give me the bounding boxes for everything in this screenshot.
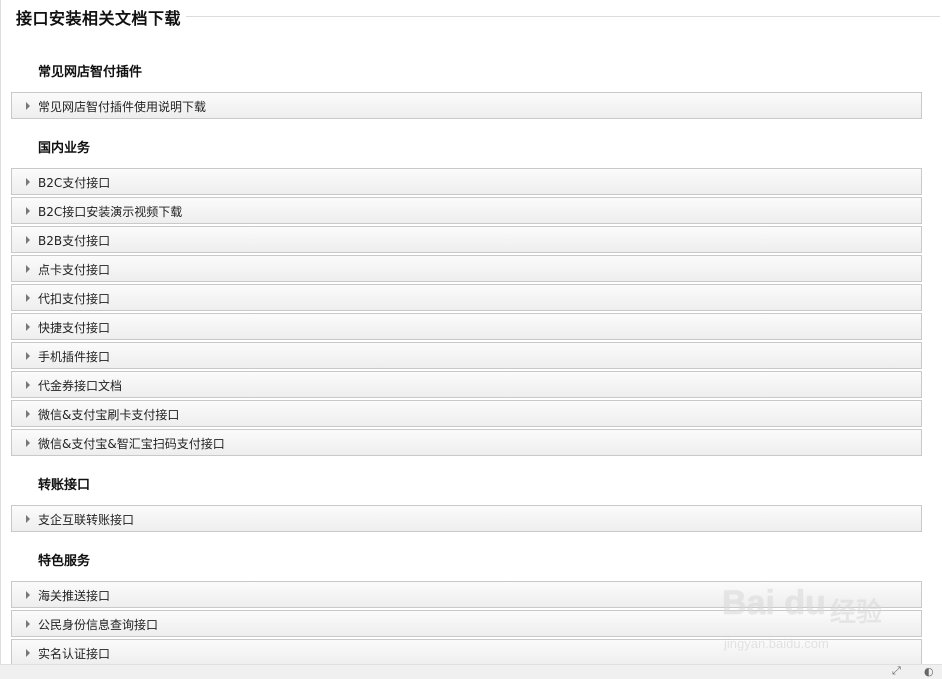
list-item[interactable]: 微信&支付宝&智汇宝扫码支付接口 [11,429,922,456]
caret-right-icon [26,178,30,186]
list-item[interactable]: 微信&支付宝刷卡支付接口 [11,400,922,427]
caret-right-icon [26,439,30,447]
caret-right-icon [26,381,30,389]
watermark-brand: Bai du [722,584,826,622]
pin-icon: ⤢ [892,664,901,677]
caret-right-icon [26,265,30,273]
caret-right-icon [26,591,30,599]
caret-right-icon [26,236,30,244]
title-bar: 接口安装相关文档下载 [0,0,940,32]
list-item-label: B2C支付接口 [38,176,111,190]
baidu-jingyan-watermark: Bai du 经验 jingyan.baidu.com [722,584,892,654]
list-item-label: 快捷支付接口 [38,321,111,335]
list-item-label: 代金券接口文档 [38,379,123,393]
title-divider [186,16,940,17]
list-item-label: 支企互联转账接口 [38,513,135,527]
list-item-label: 常见网店智付插件使用说明下载 [38,100,207,114]
caret-right-icon [26,649,30,657]
speaker-icon: ◐ [924,665,934,678]
list-item[interactable]: 手机插件接口 [11,342,922,369]
caret-right-icon [26,620,30,628]
list-item-label: 微信&支付宝刷卡支付接口 [38,408,180,422]
caret-right-icon [26,410,30,418]
list-item[interactable]: B2C支付接口 [11,168,922,195]
page-title: 接口安装相关文档下载 [16,9,182,28]
status-bar: ⤢ ◐ [0,664,942,679]
list-item[interactable]: 支企互联转账接口 [11,505,922,532]
list-item-label: 公民身份信息查询接口 [38,618,159,632]
watermark-cn: 经验 [830,598,883,628]
list-item[interactable]: 点卡支付接口 [11,255,922,282]
list-item[interactable]: 常见网店智付插件使用说明下载 [11,92,922,119]
list-item-label: 手机插件接口 [38,350,111,364]
list-item-label: 实名认证接口 [38,647,111,661]
caret-right-icon [26,323,30,331]
list-item-label: B2B支付接口 [38,234,111,248]
section-heading-domestic: 国内业务 [38,141,91,156]
list-item-label: 代扣支付接口 [38,292,111,306]
caret-right-icon [26,207,30,215]
list-item-label: B2C接口安装演示视频下载 [38,205,183,219]
section-heading-plugins: 常见网店智付插件 [38,65,143,80]
list-item[interactable]: 代扣支付接口 [11,284,922,311]
left-border [0,0,1,679]
list-item-label: 点卡支付接口 [38,263,111,277]
caret-right-icon [26,102,30,110]
page: 接口安装相关文档下载 常见网店智付插件 常见网店智付插件使用说明下载 国内业务 … [0,0,942,679]
section-heading-transfer: 转账接口 [38,478,91,493]
section-heading-special: 特色服务 [38,554,91,569]
list-item[interactable]: 快捷支付接口 [11,313,922,340]
caret-right-icon [26,352,30,360]
caret-right-icon [26,294,30,302]
watermark-url: jingyan.baidu.com [724,636,829,651]
list-item[interactable]: B2C接口安装演示视频下载 [11,197,922,224]
list-item[interactable]: B2B支付接口 [11,226,922,253]
list-item-label: 海关推送接口 [38,589,111,603]
list-item[interactable]: 代金券接口文档 [11,371,922,398]
caret-right-icon [26,515,30,523]
list-item-label: 微信&支付宝&智汇宝扫码支付接口 [38,437,225,451]
